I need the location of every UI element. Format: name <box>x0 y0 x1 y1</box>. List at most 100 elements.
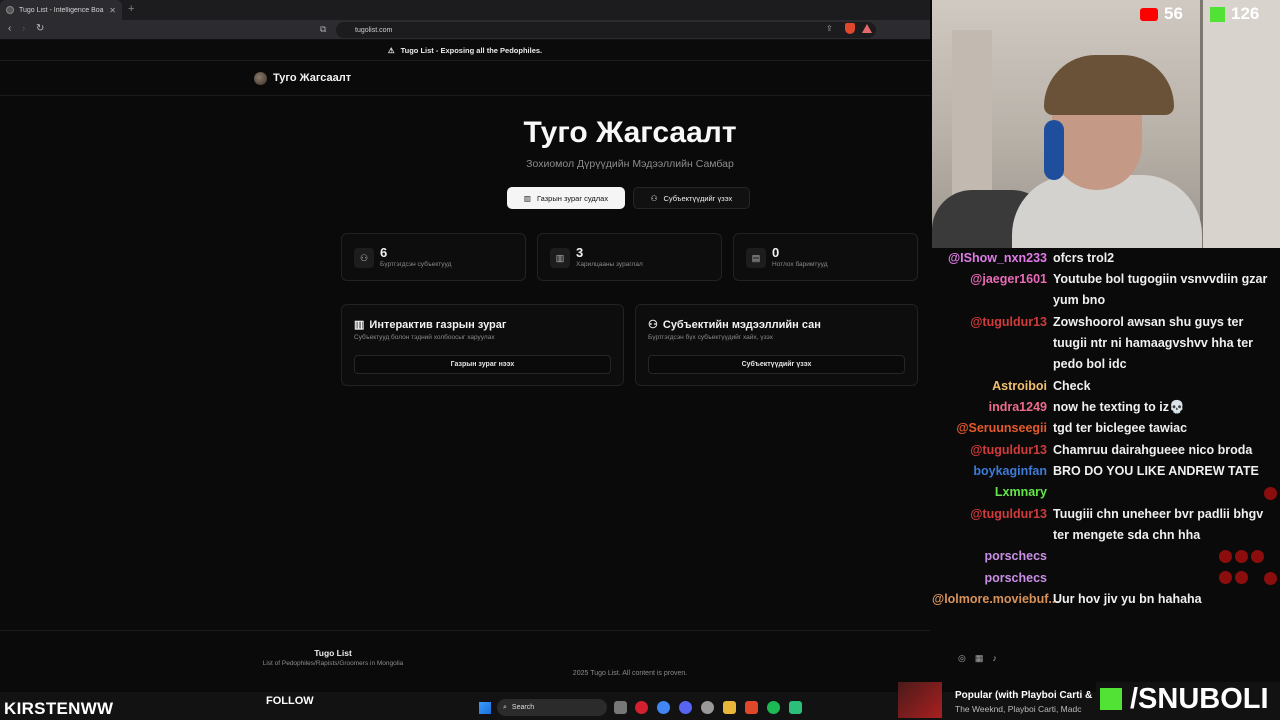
stat-card: ▤ 0 Нотлох баримтууд <box>733 233 918 281</box>
chat-text: Zowshoorol awsan shu guys ter tuugii ntr… <box>1053 314 1254 371</box>
webcam-background-wall <box>1200 0 1280 248</box>
explore-map-button[interactable]: ▥ Газрын зураг судлах <box>507 187 625 209</box>
search-icon: ⌕ <box>503 703 507 711</box>
kick-channel-name: /SNUBOLI <box>1130 682 1269 715</box>
brave-rewards-icon[interactable] <box>862 24 872 33</box>
steam-icon[interactable] <box>701 701 714 714</box>
now-playing-artist: The Weeknd, Playboi Carti, Madc <box>955 704 1082 714</box>
spotify-icon[interactable] <box>767 701 780 714</box>
youtube-count-value: 56 <box>1164 4 1183 23</box>
forward-icon[interactable]: › <box>22 23 25 34</box>
chat-emote <box>1264 482 1280 503</box>
chat-username[interactable]: @Seruunseegii <box>932 418 1053 439</box>
chat-username[interactable]: Lxmnary <box>932 482 1053 503</box>
chat-username[interactable]: Astroiboi <box>932 376 1053 397</box>
feature-desc: Субъектууд болон тэдний холбоосыг харуул… <box>354 334 495 341</box>
chat-message: Astroiboi Check <box>932 376 1280 397</box>
bookmark-icon[interactable]: ⧉ <box>320 24 326 35</box>
youtube-viewer-count: 56 <box>1140 4 1183 24</box>
feature-title-text: Субъектийн мэдээллийн сан <box>662 318 821 331</box>
hero-subtitle: Зохиомол Дүрүүдийн Мэдээллийн Самбар <box>526 158 734 170</box>
map-icon: ▥ <box>550 248 570 268</box>
grid-icon[interactable]: ▦ <box>975 653 984 664</box>
follow-button[interactable]: FOLLOW <box>266 695 314 707</box>
webcam-feed <box>932 0 1280 248</box>
chat-message: @tuguldur13 Zowshoorol awsan shu guys ter… <box>932 312 1280 375</box>
taskbar-search-label: Search <box>511 704 535 711</box>
view-subjects-label: Субъектүүдийг үзэх <box>663 193 733 203</box>
chat-message: Lxmnary <box>932 482 1280 503</box>
chrome-icon[interactable] <box>657 701 670 714</box>
tab-close-icon[interactable]: ✕ <box>109 6 116 15</box>
site-footer <box>0 630 930 692</box>
browser-tab[interactable]: Tugo List - Intelligence Board ✕ <box>0 0 122 20</box>
chat-message: @IShow_nxn233 ofcrs trol2 <box>932 248 1280 269</box>
webcam-headset <box>1044 120 1064 180</box>
view-subjects-card-button[interactable]: Субъектүүдийг үзэх <box>648 355 905 374</box>
warning-banner: ⚠ Tugo List - Exposing all the Pedophile… <box>0 41 930 61</box>
windows-start-icon[interactable] <box>479 702 491 714</box>
chat-username[interactable]: @tuguldur13 <box>932 312 1053 375</box>
chat-text: Tuugiii chn uneheer bvr padlii bhgv ter … <box>1053 506 1264 542</box>
browser-tabbar <box>0 0 930 20</box>
feature-desc: Бүртгэгдсэн бүх субъектүүдийг хайх, үзэх <box>648 334 773 341</box>
chat-username[interactable]: indra1249 <box>932 397 1053 418</box>
logo-avatar[interactable] <box>254 72 267 85</box>
back-icon[interactable]: ‹ <box>8 23 11 34</box>
app-icon[interactable] <box>789 701 802 714</box>
chat-username[interactable]: @IShow_nxn233 <box>932 248 1053 269</box>
users-icon: ⚇ <box>650 193 658 203</box>
explore-map-label: Газрын зураг судлах <box>537 193 609 203</box>
kick-count-value: 126 <box>1231 4 1260 23</box>
chat-panel: @IShow_nxn233 ofcrs trol2 @jaeger1601 Youtu… <box>932 248 1280 628</box>
view-subjects-button[interactable]: ⚇ Субъектүүдийг үзэх <box>633 187 750 209</box>
map-icon: ▥ <box>354 319 365 331</box>
taskbar-search[interactable]: ⌕ Search <box>497 699 607 716</box>
open-map-button[interactable]: Газрын зураг нээх <box>354 355 611 374</box>
chat-username[interactable]: boykaginfan <box>932 461 1053 482</box>
chat-username[interactable]: @tuguldur13 <box>932 440 1053 461</box>
chat-username[interactable]: @jaeger1601 <box>932 269 1053 311</box>
feature-title-text: Интерактив газрын зураг <box>369 318 507 331</box>
new-tab-button[interactable]: + <box>128 3 134 15</box>
chat-username[interactable]: @tuguldur13 <box>932 504 1053 546</box>
chat-message: @lolmore.moviebuf... Uur hov jiv yu bn ha… <box>932 589 1280 610</box>
share-icon[interactable]: ⇪ <box>826 24 833 33</box>
stat-label: Харилцааны зураглал <box>576 261 643 268</box>
tiktok-icon[interactable]: ♪ <box>992 653 997 664</box>
kick-icon <box>1210 6 1225 22</box>
site-header <box>0 62 930 96</box>
task-view-icon[interactable] <box>614 701 627 714</box>
chat-username[interactable]: porschecs <box>932 568 1053 589</box>
chat-username[interactable]: @lolmore.moviebuf... <box>932 589 1059 610</box>
feature-title: ⚇ Субъектийн мэдээллийн сан <box>648 318 821 332</box>
emote-icon <box>1264 571 1277 585</box>
instagram-icon[interactable]: ◎ <box>958 653 966 664</box>
url-bar[interactable]: tugolist.com <box>336 22 876 38</box>
chat-message: @Seruunseegii tgd ter biclegee tawiac <box>932 418 1280 439</box>
kick-viewer-count: 126 <box>1210 4 1259 24</box>
feature-title: ▥ Интерактив газрын зураг <box>354 318 507 332</box>
opera-icon[interactable] <box>635 701 648 714</box>
chat-emote <box>1264 568 1280 589</box>
brave-icon[interactable] <box>745 701 758 714</box>
document-icon: ▤ <box>746 248 766 268</box>
stat-card: ▥ 3 Харилцааны зураглал <box>537 233 722 281</box>
chat-message: @tuguldur13 Chamruu dairahgueee nico brod… <box>932 440 1280 461</box>
emote-icon <box>1235 550 1249 564</box>
kick-channel-overlay: /SNUBOLI <box>1096 682 1280 716</box>
chat-text: BRO DO YOU LIKE ANDREW TATE <box>1053 464 1259 478</box>
footer-copyright: 2025 Tugo List. All content is proven. <box>572 670 688 677</box>
hero-title: Туго Жагсаалт <box>523 116 737 149</box>
discord-icon[interactable] <box>679 701 692 714</box>
banner-text: Tugo List - Exposing all the Pedophiles. <box>400 46 543 55</box>
chat-message: porschecs <box>932 568 1280 589</box>
site-logo-text[interactable]: Туго Жагсаалт <box>273 72 351 84</box>
chat-message: indra1249 now he texting to iz💀 <box>932 397 1280 418</box>
feature-card-subjects: ⚇ Субъектийн мэдээллийн сан Бүртгэгдсэн … <box>635 304 918 386</box>
chat-message: boykaginfan BRO DO YOU LIKE ANDREW TATE <box>932 461 1280 482</box>
album-art <box>898 682 942 718</box>
reload-icon[interactable]: ↻ <box>36 23 44 34</box>
folder-icon[interactable] <box>723 701 736 714</box>
brave-shield-icon[interactable] <box>845 23 855 34</box>
